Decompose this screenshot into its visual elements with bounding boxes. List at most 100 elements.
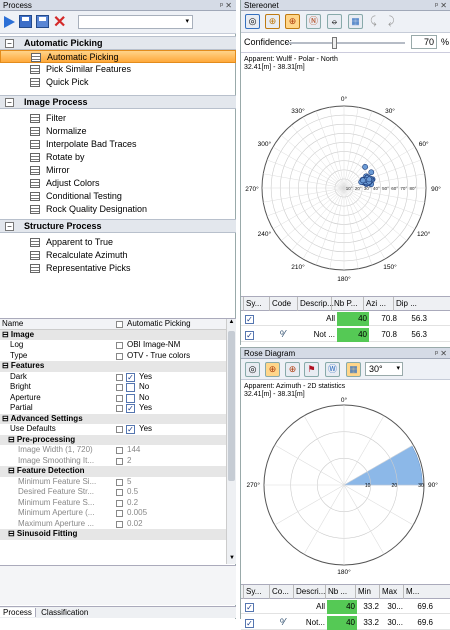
north-icon[interactable]: Ⓝ — [306, 14, 321, 29]
property-row[interactable]: ⊟ Image — [0, 329, 236, 340]
display-options-icon[interactable]: ▦ — [348, 14, 363, 29]
column-header[interactable]: Code — [269, 297, 291, 311]
property-row[interactable]: ⊟ Pre-processing — [0, 434, 236, 445]
column-header[interactable]: Sy... — [243, 297, 261, 311]
property-row[interactable]: ⊟ Feature Detection — [0, 466, 236, 477]
item-conditional-testing[interactable]: Conditional Testing — [0, 190, 236, 203]
collapse-icon[interactable]: − — [5, 39, 14, 48]
property-row[interactable]: Name Automatic Picking — [0, 319, 236, 330]
wulff-icon[interactable]: ◎ — [245, 14, 260, 29]
scroll-thumb[interactable] — [228, 331, 235, 481]
column-header[interactable]: Sy... — [243, 585, 261, 599]
wulff-icon[interactable]: ◎ — [245, 362, 260, 377]
polar-icon[interactable]: ⊕ — [265, 14, 280, 29]
rotate-right-icon[interactable]: ⤸ — [388, 15, 395, 28]
row-checkbox[interactable]: ✓ — [245, 603, 254, 612]
property-row[interactable]: Maximum Aperture ... 0.02 — [0, 519, 236, 530]
collapse-icon[interactable]: ⊟ — [2, 330, 9, 339]
column-header[interactable]: Min — [355, 585, 371, 599]
property-row[interactable]: Bright No — [0, 382, 236, 393]
item-quick-pick[interactable]: Quick Pick — [0, 76, 236, 89]
column-header[interactable]: Azi ... — [363, 297, 386, 311]
item-rock-quality-designation[interactable]: Rock Quality Designation — [0, 203, 236, 216]
save-icon[interactable] — [19, 15, 32, 28]
property-checkbox[interactable] — [126, 393, 135, 403]
item-automatic-picking[interactable]: Automatic Picking — [0, 50, 236, 63]
property-row[interactable]: ⊟ Sinusoid Fitting — [0, 529, 236, 540]
reset-icon[interactable]: ⦵ — [327, 14, 342, 29]
polar-icon[interactable]: ⊕ — [265, 362, 280, 377]
collapse-icon[interactable]: − — [5, 222, 14, 231]
item-mirror[interactable]: Mirror — [0, 164, 236, 177]
collapse-icon[interactable]: − — [5, 98, 14, 107]
row-checkbox[interactable]: ✓ — [245, 315, 254, 324]
column-header[interactable]: Co... — [269, 585, 289, 599]
item-pick-similar-features[interactable]: Pick Similar Features — [0, 63, 236, 76]
property-checkbox[interactable]: ✓ — [126, 425, 135, 434]
item-rotate-by[interactable]: Rotate by — [0, 151, 236, 164]
confidence-input[interactable]: 70 — [411, 35, 437, 49]
property-row[interactable]: Image Smoothing It... 2 — [0, 456, 236, 467]
flag-icon[interactable]: ⚑ — [304, 362, 319, 377]
rose-controls[interactable]: ᵖ ✕ — [435, 348, 447, 359]
column-header[interactable]: Dip ... — [393, 297, 417, 311]
property-row[interactable]: Desired Feature Str... 0.5 — [0, 487, 236, 498]
tab-classification[interactable]: Classification — [38, 608, 91, 617]
scroll-down-icon[interactable]: ▼ — [227, 555, 236, 561]
tab-process[interactable]: Process — [0, 608, 36, 617]
run-icon[interactable] — [4, 16, 15, 28]
item-filter[interactable]: Filter — [0, 112, 236, 125]
property-row[interactable]: Image Width (1, 720) 144 — [0, 445, 236, 456]
column-header[interactable]: Nb P... — [331, 297, 357, 311]
item-representative-picks[interactable]: Representative Picks — [0, 262, 236, 275]
property-row[interactable]: Minimum Aperture (... 0.005 — [0, 508, 236, 519]
collapse-icon[interactable]: ⊟ — [8, 466, 15, 475]
template-select[interactable]: ▾ — [78, 15, 193, 29]
column-header[interactable]: M... — [403, 585, 419, 599]
display-options-icon[interactable]: ▦ — [346, 362, 361, 377]
item-recalculate-azimuth[interactable]: Recalculate Azimuth — [0, 249, 236, 262]
item-interpolate-bad-traces[interactable]: Interpolate Bad Traces — [0, 138, 236, 151]
property-row[interactable]: Use Defaults ✓ Yes — [0, 424, 236, 435]
property-row[interactable]: ⊟ Advanced Settings — [0, 413, 236, 424]
item-adjust-colors[interactable]: Adjust Colors — [0, 177, 236, 190]
property-checkbox[interactable] — [126, 383, 135, 392]
property-row[interactable]: Minimum Feature S... 0.2 — [0, 498, 236, 509]
scroll-up-icon[interactable]: ▲ — [227, 319, 236, 325]
stereonet-controls[interactable]: ᵖ ✕ — [435, 0, 447, 11]
property-checkbox[interactable]: ✓ — [126, 372, 135, 382]
property-scrollbar[interactable]: ▲ ▼ — [226, 319, 236, 564]
collapse-icon[interactable]: ⊟ — [8, 529, 15, 538]
property-row[interactable]: Minimum Feature Si... 5 — [0, 477, 236, 488]
column-header[interactable]: Descrip... — [297, 297, 334, 311]
stats-icon[interactable]: Ⓦ — [325, 362, 340, 377]
collapse-icon[interactable]: ⊟ — [2, 414, 9, 423]
column-header[interactable]: Max — [379, 585, 397, 599]
grid-icon[interactable]: ⊕ — [285, 362, 300, 377]
confidence-slider-thumb[interactable] — [332, 37, 338, 49]
column-header[interactable]: Nb ... — [325, 585, 347, 599]
property-checkbox[interactable]: ✓ — [126, 404, 135, 413]
process-panel-controls[interactable]: ᵖ ✕ — [220, 0, 232, 11]
section-automatic-picking[interactable]: − Automatic Picking — [0, 36, 236, 50]
row-checkbox[interactable]: ✓ — [245, 619, 254, 628]
save-as-icon[interactable] — [36, 15, 49, 28]
confidence-slider[interactable] — [287, 37, 405, 49]
grid-icon[interactable]: ⊕ — [285, 14, 300, 29]
property-row[interactable]: Dark ✓ Yes — [0, 372, 236, 383]
property-row[interactable]: Aperture No — [0, 393, 236, 404]
section-image-process[interactable]: − Image Process — [0, 95, 236, 109]
property-row[interactable]: Type OTV - True colors — [0, 351, 236, 362]
rotate-left-icon[interactable]: ⤹ — [370, 15, 377, 28]
collapse-icon[interactable]: ⊟ — [2, 361, 9, 370]
item-normalize[interactable]: Normalize — [0, 125, 236, 138]
bin-size-select[interactable]: 30° ▾ — [365, 362, 403, 376]
delete-icon[interactable]: ✕ — [53, 12, 66, 32]
row-checkbox[interactable]: ✓ — [245, 331, 254, 340]
collapse-icon[interactable]: ⊟ — [8, 435, 15, 444]
item-apparent-to-true[interactable]: Apparent to True — [0, 236, 236, 249]
property-row[interactable]: Log OBI Image-NM — [0, 340, 236, 351]
property-row[interactable]: ⊟ Features — [0, 361, 236, 372]
section-structure-process[interactable]: − Structure Process — [0, 219, 236, 233]
column-header[interactable]: Descri... — [293, 585, 325, 599]
